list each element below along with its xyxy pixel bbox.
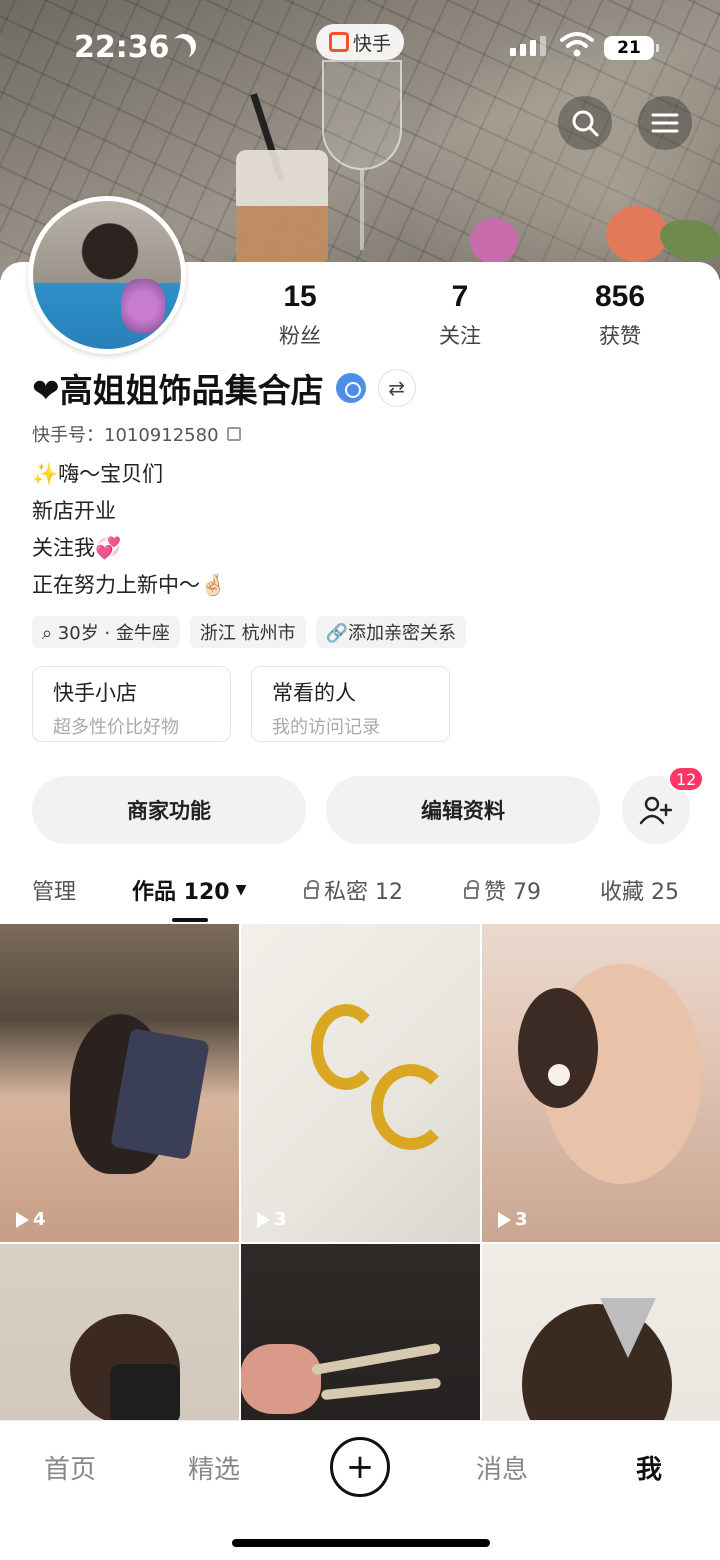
home-indicator [232, 1539, 490, 1547]
search-icon [572, 110, 599, 137]
stat-likes[interactable]: 856 获赞 [540, 280, 700, 350]
status-time: 22:36 [74, 30, 170, 65]
tag-add-relationship[interactable]: 🔗添加亲密关系 [315, 616, 467, 648]
play-count: 3 [257, 1209, 287, 1230]
card-kuaishou-shop[interactable]: 快手小店 超多性价比好物 [32, 666, 231, 742]
tag-age-zodiac[interactable]: ⌕ 30岁 · 金牛座 [32, 616, 180, 648]
tab-works[interactable]: 作品 120 ▼ [132, 874, 246, 906]
cell-signal-icon [510, 36, 546, 56]
nav-messages[interactable]: 消息 [476, 1449, 528, 1486]
app-source-pill[interactable]: 快手 [316, 24, 404, 60]
stat-following[interactable]: 7 关注 [380, 280, 540, 350]
menu-button[interactable] [638, 96, 692, 150]
work-thumbnail[interactable]: 4 [0, 924, 239, 1242]
tag-location[interactable]: 浙江 杭州市 [189, 616, 306, 648]
tab-private[interactable]: 私密 12 [304, 874, 403, 906]
card-frequent-visitors[interactable]: 常看的人 我的访问记录 [251, 666, 450, 742]
merchant-features-button[interactable]: 商家功能 [32, 776, 306, 844]
play-icon [16, 1211, 29, 1228]
qr-code-icon[interactable] [226, 427, 241, 441]
battery-icon: 21 [604, 36, 659, 60]
play-icon [257, 1211, 270, 1228]
play-icon [498, 1211, 511, 1228]
cover-drink-cup [236, 150, 328, 262]
lock-icon [464, 880, 479, 899]
hamburger-menu-icon [651, 113, 679, 133]
status-bar: 22:36 快手 21 [0, 24, 720, 70]
avatar[interactable] [28, 196, 186, 354]
nav-home[interactable]: 首页 [44, 1449, 96, 1486]
bottom-nav: 首页 精选 + 消息 我 [0, 1420, 720, 1560]
name-row: ❤高姐姐饰品集合店 ⇄ [32, 364, 416, 412]
profile-tags: ⌕ 30岁 · 金牛座 浙江 杭州市 🔗添加亲密关系 [32, 616, 467, 648]
notification-badge: 12 [668, 766, 705, 792]
plus-icon: + [345, 1447, 375, 1487]
work-thumbnail[interactable]: 3 [241, 924, 480, 1242]
switch-arrows-icon: ⇄ [388, 376, 406, 400]
active-tab-indicator [172, 918, 208, 922]
profile-name: ❤高姐姐饰品集合店 [32, 371, 324, 410]
shortcut-cards: 快手小店 超多性价比好物 常看的人 我的访问记录 [32, 666, 450, 742]
tab-likes[interactable]: 赞 79 [464, 874, 541, 906]
wifi-icon [560, 32, 594, 57]
work-thumbnail[interactable]: 3 [482, 924, 720, 1242]
lock-icon [304, 880, 319, 899]
bio: ✨嗨～宝贝们 新店开业 关注我💞 正在努力上新中～🤞🏻 [32, 462, 227, 597]
verified-badge-icon[interactable] [335, 373, 366, 403]
edit-profile-button[interactable]: 编辑资料 [326, 776, 600, 844]
content-tabs: 管理 作品 120 ▼ 私密 12 赞 79 收藏 25 [0, 862, 720, 922]
play-count: 4 [16, 1209, 46, 1230]
create-post-button[interactable]: + [330, 1437, 390, 1497]
tab-manage[interactable]: 管理 [32, 874, 76, 906]
search-button[interactable] [558, 96, 612, 150]
stat-followers[interactable]: 15 粉丝 [220, 280, 380, 350]
cover-wine-glass [322, 50, 402, 250]
tab-favorites[interactable]: 收藏 25 [600, 874, 720, 906]
play-count: 3 [498, 1209, 528, 1230]
kuaishou-id[interactable]: 快手号：1010912580 [32, 421, 241, 447]
kuaishou-logo-icon [328, 32, 349, 52]
caret-down-icon: ▼ [235, 882, 247, 898]
nav-me[interactable]: 我 [636, 1449, 662, 1486]
nav-featured[interactable]: 精选 [188, 1449, 240, 1486]
add-user-icon [639, 796, 673, 825]
profile-stats: 15 粉丝 7 关注 856 获赞 [220, 280, 700, 350]
switch-account-button[interactable]: ⇄ [377, 369, 416, 407]
